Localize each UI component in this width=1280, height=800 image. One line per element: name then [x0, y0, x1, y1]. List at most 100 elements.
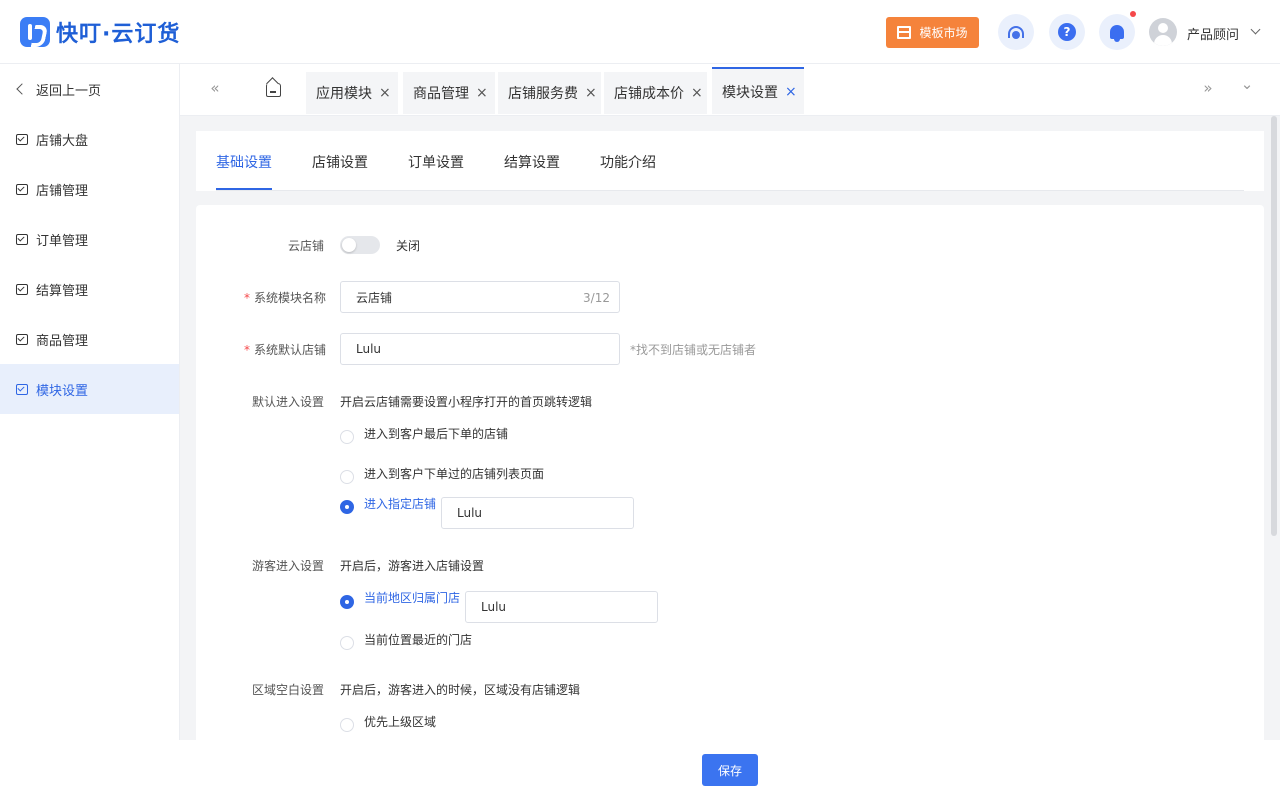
- tab-label: 应用模块: [316, 86, 372, 102]
- active-subtab-indicator: [216, 188, 272, 190]
- menu-check-icon: [16, 233, 28, 245]
- cloud-store-toggle[interactable]: [340, 236, 380, 254]
- sidebar-item-store-dashboard[interactable]: 店铺大盘: [0, 114, 179, 164]
- settings-subtabs: 基础设置 店铺设置 订单设置 结算设置 功能介绍: [196, 131, 1264, 191]
- subtab-feature-intro[interactable]: 功能介绍: [600, 152, 656, 172]
- tab-product-management[interactable]: 商品管理 ×: [403, 72, 495, 114]
- sidebar-item-label: 店铺管理: [36, 183, 89, 199]
- template-market-label: 模板市场: [919, 26, 968, 40]
- back-link[interactable]: 返回上一页: [0, 64, 179, 114]
- default-store-hint: *找不到店铺或无店铺者: [630, 343, 757, 357]
- cloud-store-state: 关闭: [396, 239, 421, 253]
- sidebar-item-store-management[interactable]: 店铺管理: [0, 164, 179, 214]
- specified-store-value: Lulu: [457, 506, 483, 520]
- radio-ordered-store-list[interactable]: [340, 470, 354, 484]
- region-store-input[interactable]: Lulu: [465, 591, 658, 623]
- page-scrollbar[interactable]: [1271, 116, 1277, 536]
- guest-entry-label: 游客进入设置: [252, 559, 325, 573]
- subtab-basic-settings[interactable]: 基础设置: [216, 152, 272, 172]
- chevron-down-icon[interactable]: [1250, 24, 1261, 35]
- help-button[interactable]: ?: [1049, 14, 1085, 50]
- default-entry-description: 开启云店铺需要设置小程序打开的首页跳转逻辑: [340, 395, 593, 409]
- default-store-label-text: 系统默认店铺: [254, 343, 327, 357]
- subtab-order-settings[interactable]: 订单设置: [408, 152, 464, 172]
- default-entry-label: 默认进入设置: [252, 395, 325, 409]
- menu-check-icon: [16, 183, 28, 195]
- sidebar-item-module-settings[interactable]: 模块设置: [0, 364, 179, 414]
- radio-last-order-store[interactable]: [340, 430, 354, 444]
- double-chevron-right-icon[interactable]: »: [1198, 78, 1218, 98]
- subtab-settlement-settings[interactable]: 结算设置: [504, 152, 560, 172]
- module-name-value: 云店铺: [356, 290, 393, 305]
- customer-service-button[interactable]: [998, 14, 1034, 50]
- main-content: 基础设置 店铺设置 订单设置 结算设置 功能介绍 云店铺 关闭 * 系统模块名称 …: [196, 131, 1264, 745]
- footer-bar: 保存: [0, 740, 1280, 800]
- sidebar-item-label: 模块设置: [36, 383, 89, 399]
- close-icon[interactable]: ×: [785, 84, 797, 100]
- sidebar-item-order-management[interactable]: 订单管理: [0, 214, 179, 264]
- close-icon[interactable]: ×: [476, 85, 488, 101]
- tab-store-service-fee[interactable]: 店铺服务费 ×: [498, 72, 601, 114]
- guest-entry-description: 开启后，游客进入店铺设置: [340, 559, 485, 573]
- double-chevron-left-icon[interactable]: «: [205, 78, 225, 98]
- required-mark: *: [244, 343, 250, 357]
- user-name[interactable]: 产品顾问: [1187, 24, 1239, 43]
- region-blank-label: 区域空白设置: [252, 683, 325, 697]
- page-tabs-bar: « 应用模块 × 商品管理 × 店铺服务费 × 店铺成本价 × 模块设置 × »…: [180, 64, 1280, 116]
- module-name-label: * 系统模块名称: [244, 289, 326, 306]
- sidebar-item-label: 结算管理: [36, 283, 89, 299]
- avatar[interactable]: [1149, 18, 1177, 46]
- menu-check-icon: [16, 333, 28, 345]
- menu-check-icon: [16, 283, 28, 295]
- notification-button[interactable]: [1099, 14, 1135, 50]
- template-icon: [897, 26, 912, 39]
- module-name-input[interactable]: 云店铺 3/12: [340, 281, 620, 313]
- template-market-button[interactable]: 模板市场: [886, 17, 979, 48]
- radio-label-region-store[interactable]: 当前地区归属门店: [364, 589, 460, 606]
- tab-module-settings[interactable]: 模块设置 ×: [712, 67, 804, 114]
- sidebar-item-label: 订单管理: [36, 233, 89, 249]
- close-icon[interactable]: ×: [379, 85, 391, 101]
- radio-region-store[interactable]: [340, 595, 354, 609]
- default-store-value: Lulu: [356, 342, 382, 356]
- radio-label-parent-region[interactable]: 优先上级区域: [364, 713, 436, 730]
- close-icon[interactable]: ×: [585, 85, 597, 101]
- cloud-store-label: 云店铺: [288, 239, 325, 253]
- default-store-input[interactable]: Lulu: [340, 333, 620, 365]
- sidebar-item-settlement[interactable]: 结算管理: [0, 264, 179, 314]
- home-icon[interactable]: [266, 83, 281, 97]
- tab-label: 商品管理: [413, 86, 469, 102]
- save-button[interactable]: 保存: [702, 754, 758, 786]
- headset-icon: [1008, 26, 1024, 39]
- subtabs-divider: [216, 190, 1244, 191]
- sidebar-item-label: 商品管理: [36, 333, 89, 349]
- radio-label-nearest-store[interactable]: 当前位置最近的门店: [364, 631, 472, 648]
- radio-label-ordered-store-list[interactable]: 进入到客户下单过的店铺列表页面: [364, 465, 544, 482]
- radio-label-last-order-store[interactable]: 进入到客户最后下单的店铺: [364, 425, 508, 442]
- app-logo[interactable]: 快叮·云订货: [20, 17, 180, 47]
- specified-store-input[interactable]: Lulu: [441, 497, 634, 529]
- chevron-left-icon: [16, 83, 28, 95]
- sidebar-item-products[interactable]: 商品管理: [0, 314, 179, 364]
- tab-store-cost-price[interactable]: 店铺成本价 ×: [604, 72, 707, 114]
- char-counter: 3/12: [583, 291, 610, 305]
- tab-label: 模块设置: [722, 84, 778, 101]
- sidebar: 返回上一页 店铺大盘 店铺管理 订单管理 结算管理 商品管理 模块设置: [0, 64, 180, 800]
- notification-badge: [1130, 11, 1136, 17]
- subtab-store-settings[interactable]: 店铺设置: [312, 152, 368, 172]
- settings-form: 云店铺 关闭 * 系统模块名称 云店铺 3/12 * 系统默认店铺 Lulu *找不…: [196, 205, 1264, 745]
- logo-text: 快叮·云订货: [56, 22, 181, 47]
- question-icon: ?: [1058, 23, 1076, 41]
- close-icon[interactable]: ×: [691, 85, 703, 101]
- radio-specified-store[interactable]: [340, 500, 354, 514]
- top-header: 快叮·云订货 模板市场 ? 产品顾问: [0, 0, 1280, 64]
- default-store-label: * 系统默认店铺: [244, 341, 326, 358]
- tab-label: 店铺成本价: [614, 86, 684, 102]
- radio-parent-region[interactable]: [340, 718, 354, 732]
- radio-label-specified-store[interactable]: 进入指定店铺: [364, 495, 436, 512]
- chevron-down-icon[interactable]: ⌄: [1237, 74, 1257, 94]
- tab-app-modules[interactable]: 应用模块 ×: [306, 72, 398, 114]
- menu-check-icon: [16, 133, 28, 145]
- bell-icon: [1110, 25, 1124, 42]
- radio-nearest-store[interactable]: [340, 636, 354, 650]
